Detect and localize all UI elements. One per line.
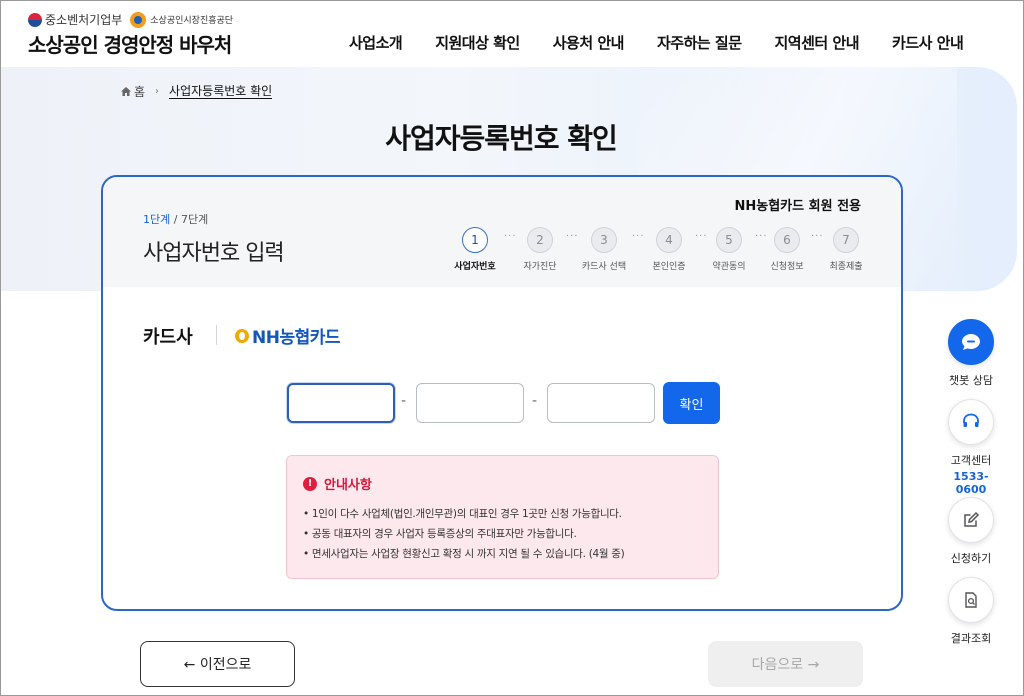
notice-list: • 1인이 다수 사업체(법인.개인무관)의 대표인 경우 1곳만 신청 가능합… bbox=[303, 504, 625, 564]
step-5: 5 약관동의 bbox=[699, 227, 759, 272]
agency-logo-icon bbox=[130, 11, 147, 28]
step-counter: 1단계 / 7단계 bbox=[143, 211, 208, 227]
step-3: 3 카드사 선택 bbox=[574, 227, 634, 272]
card-header: NH농협카드 회원 전용 1단계 / 7단계 사업자번호 입력 1 사업자번호 ·… bbox=[103, 177, 901, 287]
edit-icon bbox=[964, 511, 980, 527]
nh-logo-icon bbox=[235, 328, 249, 343]
step-number: 1 bbox=[462, 227, 488, 253]
page-frame: 중소벤처기업부 소상공인시장진흥공단 소상공인 경영안정 바우처 사업소개 지원… bbox=[0, 0, 1024, 696]
chat-bubble-icon bbox=[962, 334, 980, 350]
step-label: 자가진단 bbox=[523, 262, 557, 272]
step-number: 2 bbox=[527, 227, 553, 253]
main-nav: 사업소개 지원대상 확인 사용처 안내 자주하는 질문 지역센터 안내 카드사 … bbox=[349, 32, 964, 53]
step-label: 신청정보 bbox=[770, 262, 804, 272]
step-label: 최종제출 bbox=[829, 262, 863, 272]
notice-item: • 1인이 다수 사업체(법인.개인무관)의 대표인 경우 1곳만 신청 가능합… bbox=[303, 508, 622, 520]
nav-item-card-companies[interactable]: 카드사 안내 bbox=[892, 32, 964, 53]
chatbot-label[interactable]: 챗봇 상담 bbox=[943, 372, 999, 388]
prev-button[interactable]: ← 이전으로 bbox=[140, 641, 295, 687]
notice-title: 안내사항 bbox=[324, 478, 372, 493]
step-label: 사업자번호 bbox=[454, 262, 496, 272]
taegeuk-icon bbox=[28, 12, 42, 27]
form-card: NH농협카드 회원 전용 1단계 / 7단계 사업자번호 입력 1 사업자번호 ·… bbox=[101, 175, 903, 611]
nav-item-faq[interactable]: 자주하는 질문 bbox=[657, 32, 742, 53]
apply-label[interactable]: 신청하기 bbox=[943, 550, 999, 566]
call-center-button[interactable]: 고객센터 1533-0600 bbox=[943, 399, 999, 496]
step-7: 7 최종제출 bbox=[816, 227, 876, 272]
notice-item: • 공동 대표자의 경우 사업자 등록증상의 주대표자만 가능합니다. bbox=[303, 528, 577, 540]
dash-separator: - bbox=[532, 393, 538, 409]
chevron-right-icon: › bbox=[155, 86, 160, 97]
step-total: / 7단계 bbox=[170, 213, 209, 226]
step-number: 7 bbox=[833, 227, 859, 253]
step-current: 1단계 bbox=[143, 213, 171, 226]
step-indicator: 1 사업자번호 ··· 2 자가진단 ··· 3 카드사 선택 ··· 4 본인인증 ·… bbox=[454, 227, 865, 277]
step-6: 6 신청정보 bbox=[757, 227, 817, 272]
card-company-label: 카드사 bbox=[143, 327, 193, 348]
home-icon[interactable] bbox=[121, 87, 131, 96]
alert-icon: ! bbox=[303, 476, 317, 491]
divider bbox=[216, 325, 217, 345]
step-number: 6 bbox=[774, 227, 800, 253]
step-title: 사업자번호 입력 bbox=[143, 241, 285, 266]
business-number-part3-input[interactable] bbox=[547, 383, 655, 423]
result-lookup-button[interactable]: 결과조회 bbox=[943, 577, 999, 646]
page-title: 사업자등록번호 확인 bbox=[385, 122, 618, 155]
agency-name[interactable]: 소상공인시장진흥공단 bbox=[150, 13, 233, 26]
step-4: 4 본인인증 bbox=[639, 227, 699, 272]
business-number-part2-input[interactable] bbox=[416, 383, 524, 423]
notice-box: ! 안내사항 • 1인이 다수 사업체(법인.개인무관)의 대표인 경우 1곳만… bbox=[286, 455, 719, 579]
nav-item-usage[interactable]: 사용처 안내 bbox=[553, 32, 625, 53]
call-center-circle[interactable] bbox=[948, 399, 994, 445]
site-header: 중소벤처기업부 소상공인시장진흥공단 소상공인 경영안정 바우처 사업소개 지원… bbox=[1, 1, 1023, 61]
step-number: 3 bbox=[591, 227, 617, 253]
member-only-label: NH농협카드 회원 전용 bbox=[734, 199, 862, 214]
result-lookup-circle[interactable] bbox=[948, 577, 994, 623]
apply-circle[interactable] bbox=[948, 497, 994, 543]
notice-item: • 면세사업자는 사업장 현황신고 확정 시 까지 지연 될 수 있습니다. (… bbox=[303, 548, 625, 560]
gov-logos: 중소벤처기업부 소상공인시장진흥공단 bbox=[28, 11, 233, 28]
step-number: 4 bbox=[656, 227, 682, 253]
call-center-phone[interactable]: 1533-0600 bbox=[943, 470, 999, 496]
step-1: 1 사업자번호 bbox=[445, 227, 505, 272]
step-2: 2 자가진단 bbox=[510, 227, 570, 272]
document-search-icon bbox=[965, 592, 977, 608]
gov-name[interactable]: 중소벤처기업부 bbox=[45, 11, 122, 28]
result-lookup-label[interactable]: 결과조회 bbox=[943, 630, 999, 646]
step-number: 5 bbox=[716, 227, 742, 253]
nav-item-eligibility[interactable]: 지원대상 확인 bbox=[435, 32, 520, 53]
breadcrumb-home[interactable]: 홈 bbox=[134, 83, 145, 100]
nh-card-logo: NH농협카드 bbox=[235, 323, 341, 348]
nav-item-intro[interactable]: 사업소개 bbox=[349, 32, 403, 53]
business-number-part1-input[interactable] bbox=[287, 383, 395, 423]
breadcrumb-current[interactable]: 사업자등록번호 확인 bbox=[169, 84, 273, 99]
nav-item-centers[interactable]: 지역센터 안내 bbox=[775, 32, 860, 53]
step-label: 카드사 선택 bbox=[581, 262, 627, 272]
chatbot-button[interactable]: 챗봇 상담 bbox=[943, 319, 999, 388]
apply-button[interactable]: 신청하기 bbox=[943, 497, 999, 566]
chatbot-circle[interactable] bbox=[948, 319, 994, 365]
step-label: 본인인증 bbox=[652, 262, 686, 272]
headset-icon bbox=[963, 413, 979, 427]
notice-header: ! 안내사항 bbox=[303, 474, 372, 493]
next-button[interactable]: 다음으로 → bbox=[708, 641, 863, 687]
site-title[interactable]: 소상공인 경영안정 바우처 bbox=[28, 29, 232, 58]
dash-separator: - bbox=[401, 393, 407, 409]
step-label: 약관동의 bbox=[712, 262, 746, 272]
confirm-button[interactable]: 확인 bbox=[663, 382, 720, 424]
card-company-name: NH농협카드 bbox=[252, 328, 341, 348]
breadcrumb: 홈 › 사업자등록번호 확인 bbox=[121, 83, 273, 100]
call-center-label[interactable]: 고객센터 bbox=[943, 452, 999, 468]
